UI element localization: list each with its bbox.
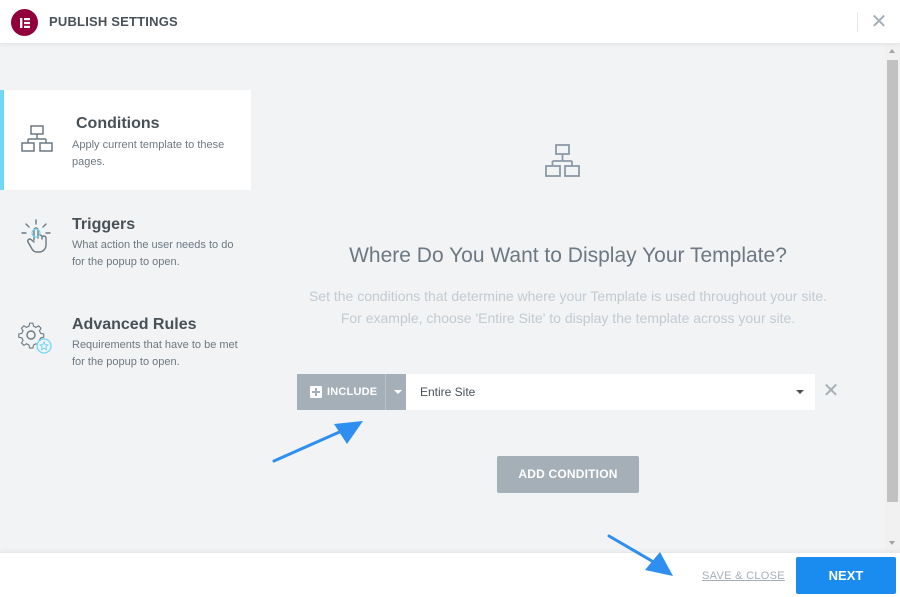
subtext-line: For example, choose 'Entire Site' to dis…	[340, 310, 796, 326]
save-close-link[interactable]: SAVE & CLOSE	[702, 570, 785, 582]
include-divider	[385, 374, 387, 410]
condition-select-value: Entire Site	[420, 385, 476, 399]
include-dropdown[interactable]: INCLUDE	[297, 374, 406, 410]
modal-header: PUBLISH SETTINGS ✕	[0, 0, 900, 44]
subtext-line: Set the conditions that determine where …	[308, 288, 828, 304]
remove-condition-icon[interactable]: ✕	[822, 381, 840, 401]
add-condition-button[interactable]: ADD CONDITION	[497, 456, 639, 493]
page-heading: Where Do You Want to Display Your Templa…	[349, 244, 787, 267]
close-icon[interactable]: ✕	[868, 11, 890, 33]
sidebar-item-label: Conditions	[76, 115, 160, 132]
scroll-down-icon[interactable]	[889, 541, 895, 545]
elementor-logo-icon	[11, 9, 38, 36]
sidebar-item-conditions[interactable]: Conditions Apply current template to the…	[0, 90, 251, 190]
header-divider	[857, 12, 858, 32]
scrollbar-thumb[interactable]	[887, 60, 898, 502]
sidebar-item-description: Requirements that have to be met for the…	[72, 339, 238, 368]
sidebar-item-label: Advanced Rules	[72, 316, 197, 333]
scroll-up-icon[interactable]	[889, 49, 895, 53]
scrollbar[interactable]	[885, 44, 900, 552]
plus-icon	[310, 386, 322, 398]
settings-sidebar: Conditions Apply current template to the…	[0, 44, 251, 552]
include-label: INCLUDE	[327, 386, 378, 398]
sidebar-item-label: Triggers	[72, 216, 136, 233]
conditions-panel: Where Do You Want to Display Your Templa…	[251, 44, 885, 552]
sitemap-icon	[545, 144, 580, 177]
sidebar-item-description: Apply current template to these pages.	[72, 139, 225, 168]
page-subtext: Set the conditions that determine where …	[251, 285, 885, 329]
sidebar-item-advanced-rules[interactable]: Advanced Rules Requirements that have to…	[0, 290, 251, 390]
chevron-down-icon	[796, 390, 804, 394]
chevron-down-icon	[394, 390, 403, 394]
sidebar-item-triggers[interactable]: Triggers What action the user needs to d…	[0, 190, 251, 290]
modal-footer: SAVE & CLOSE NEXT	[0, 552, 900, 597]
hand-pointer-icon	[21, 219, 51, 253]
condition-row: INCLUDE Entire Site	[297, 374, 815, 410]
sidebar-item-description: What action the user needs to do for the…	[72, 239, 234, 268]
condition-select[interactable]: Entire Site	[406, 374, 815, 410]
modal-title: PUBLISH SETTINGS	[49, 14, 178, 29]
gears-icon	[18, 322, 52, 354]
sitemap-icon	[21, 125, 53, 152]
next-button[interactable]: NEXT	[796, 557, 896, 594]
